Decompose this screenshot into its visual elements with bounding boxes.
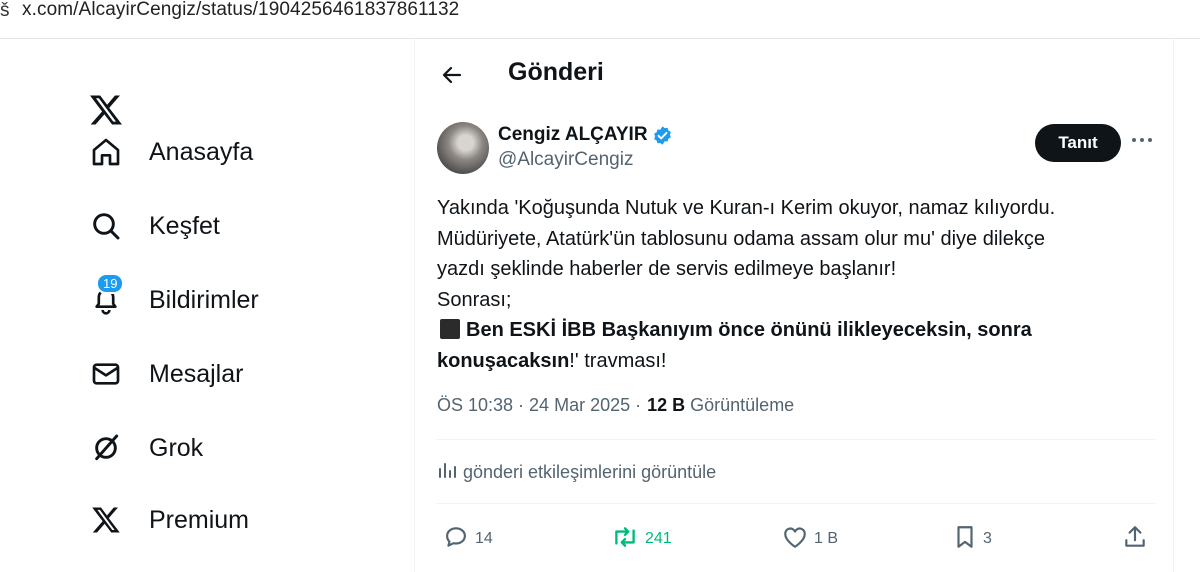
tweet-text-line: konuşacaksın!' travması! — [437, 346, 1137, 377]
sidebar-item-premium[interactable]: Premium — [88, 500, 249, 540]
analytics-icon — [437, 460, 457, 485]
verified-badge-icon — [652, 125, 673, 146]
reply-button[interactable]: 14 — [443, 522, 493, 556]
site-info-icon[interactable]: š — [0, 0, 10, 22]
follow-button[interactable]: Tanıt — [1035, 124, 1121, 162]
url-text[interactable]: x.com/AlcayirCengiz/status/1904256461837… — [22, 0, 459, 21]
tweet-text-rest: !' travması! — [569, 349, 667, 372]
main-column: Gönderi Cengiz ALÇAYIR @AlcayirCengiz Ta… — [414, 38, 1174, 572]
black-square-emoji-icon — [440, 319, 460, 339]
back-arrow-icon[interactable] — [437, 60, 467, 90]
author-handle[interactable]: @AlcayirCengiz — [498, 149, 633, 171]
bookmark-count: 3 — [983, 530, 992, 547]
sidebar-item-explore[interactable]: Keşfet — [88, 206, 220, 246]
share-button[interactable] — [1123, 522, 1147, 556]
tweet-text-line: Sonrası; — [437, 288, 512, 311]
author-name-text[interactable]: Cengiz ALÇAYIR — [498, 124, 648, 146]
repost-count: 241 — [645, 530, 672, 547]
repost-button[interactable]: 241 — [611, 522, 672, 556]
repost-icon — [611, 524, 639, 555]
x-logo-icon — [88, 502, 124, 538]
browser-address-bar[interactable]: š x.com/AlcayirCengiz/status/19042564618… — [0, 0, 1200, 39]
reply-icon — [443, 524, 469, 555]
tweet-bold-text: konuşacaksın — [437, 349, 570, 372]
grok-icon — [88, 430, 124, 466]
notification-badge: 19 — [96, 273, 125, 294]
author-name[interactable]: Cengiz ALÇAYIR — [498, 124, 673, 146]
view-engagements-link[interactable]: gönderi etkileşimlerini görüntüle — [437, 460, 716, 485]
sidebar-item-label: Mesajlar — [149, 359, 244, 388]
sidebar-item-label: Anasayfa — [149, 137, 254, 166]
tweet-meta: ÖS 10:38 · 24 Mar 2025 · 12 B Görüntülem… — [437, 395, 794, 416]
bookmark-button[interactable]: 3 — [953, 522, 992, 556]
view-engagements-label[interactable]: gönderi etkileşimlerini görüntüle — [463, 462, 716, 483]
views-label: Görüntüleme — [690, 395, 795, 415]
heart-icon — [782, 525, 808, 554]
sidebar-item-grok[interactable]: Grok — [88, 428, 203, 468]
like-count: 1 B — [814, 530, 839, 547]
sidebar-item-label: Grok — [149, 433, 204, 462]
tweet-text-line: Müdüriyete, Atatürk'ün tablosunu odama a… — [437, 227, 1045, 250]
envelope-icon — [88, 356, 124, 392]
page-title: Gönderi — [508, 58, 604, 86]
divider — [437, 439, 1155, 440]
sidebar-item-messages[interactable]: Mesajlar — [88, 354, 243, 394]
avatar[interactable] — [437, 122, 489, 174]
sidebar-item-label: Keşfet — [149, 211, 220, 240]
tweet-actions: 14 241 1 B 3 — [437, 522, 1157, 556]
reply-count: 14 — [475, 530, 493, 547]
divider — [437, 503, 1155, 504]
search-icon — [88, 208, 124, 244]
sidebar-item-label: Premium — [149, 505, 250, 534]
sidebar-item-home[interactable]: Anasayfa — [88, 132, 253, 172]
more-options-icon[interactable] — [1131, 132, 1153, 150]
tweet-text: Yakında 'Koğuşunda Nutuk ve Kuran-ı Keri… — [437, 193, 1137, 376]
home-icon — [88, 134, 124, 170]
like-button[interactable]: 1 B — [782, 522, 838, 556]
sidebar-item-notifications[interactable]: 19 Bildirimler — [88, 273, 259, 320]
sidebar-item-label: Bildirimler — [149, 285, 259, 314]
tweet-text-line: yazdı şeklinde haberler de servis edilme… — [437, 258, 897, 280]
tweet-bold-text: Ben ESKİ İBB Başkanıyım önce önünü ilikl… — [466, 319, 1032, 341]
tweet-text-line: Ben ESKİ İBB Başkanıyım önce önünü ilikl… — [437, 315, 1137, 346]
bell-icon: 19 — [88, 273, 125, 318]
x-logo-icon[interactable] — [88, 94, 124, 131]
bookmark-icon — [953, 524, 977, 555]
tweet-timestamp[interactable]: ÖS 10:38 · 24 Mar 2025 · — [437, 395, 641, 416]
views-count: 12 B — [647, 395, 686, 415]
tweet-text-line: Yakında 'Koğuşunda Nutuk ve Kuran-ı Keri… — [437, 197, 1056, 219]
share-icon — [1123, 524, 1147, 555]
sidebar: Anasayfa Keşfet 19 Bildirimler Mesajlar … — [0, 38, 414, 572]
